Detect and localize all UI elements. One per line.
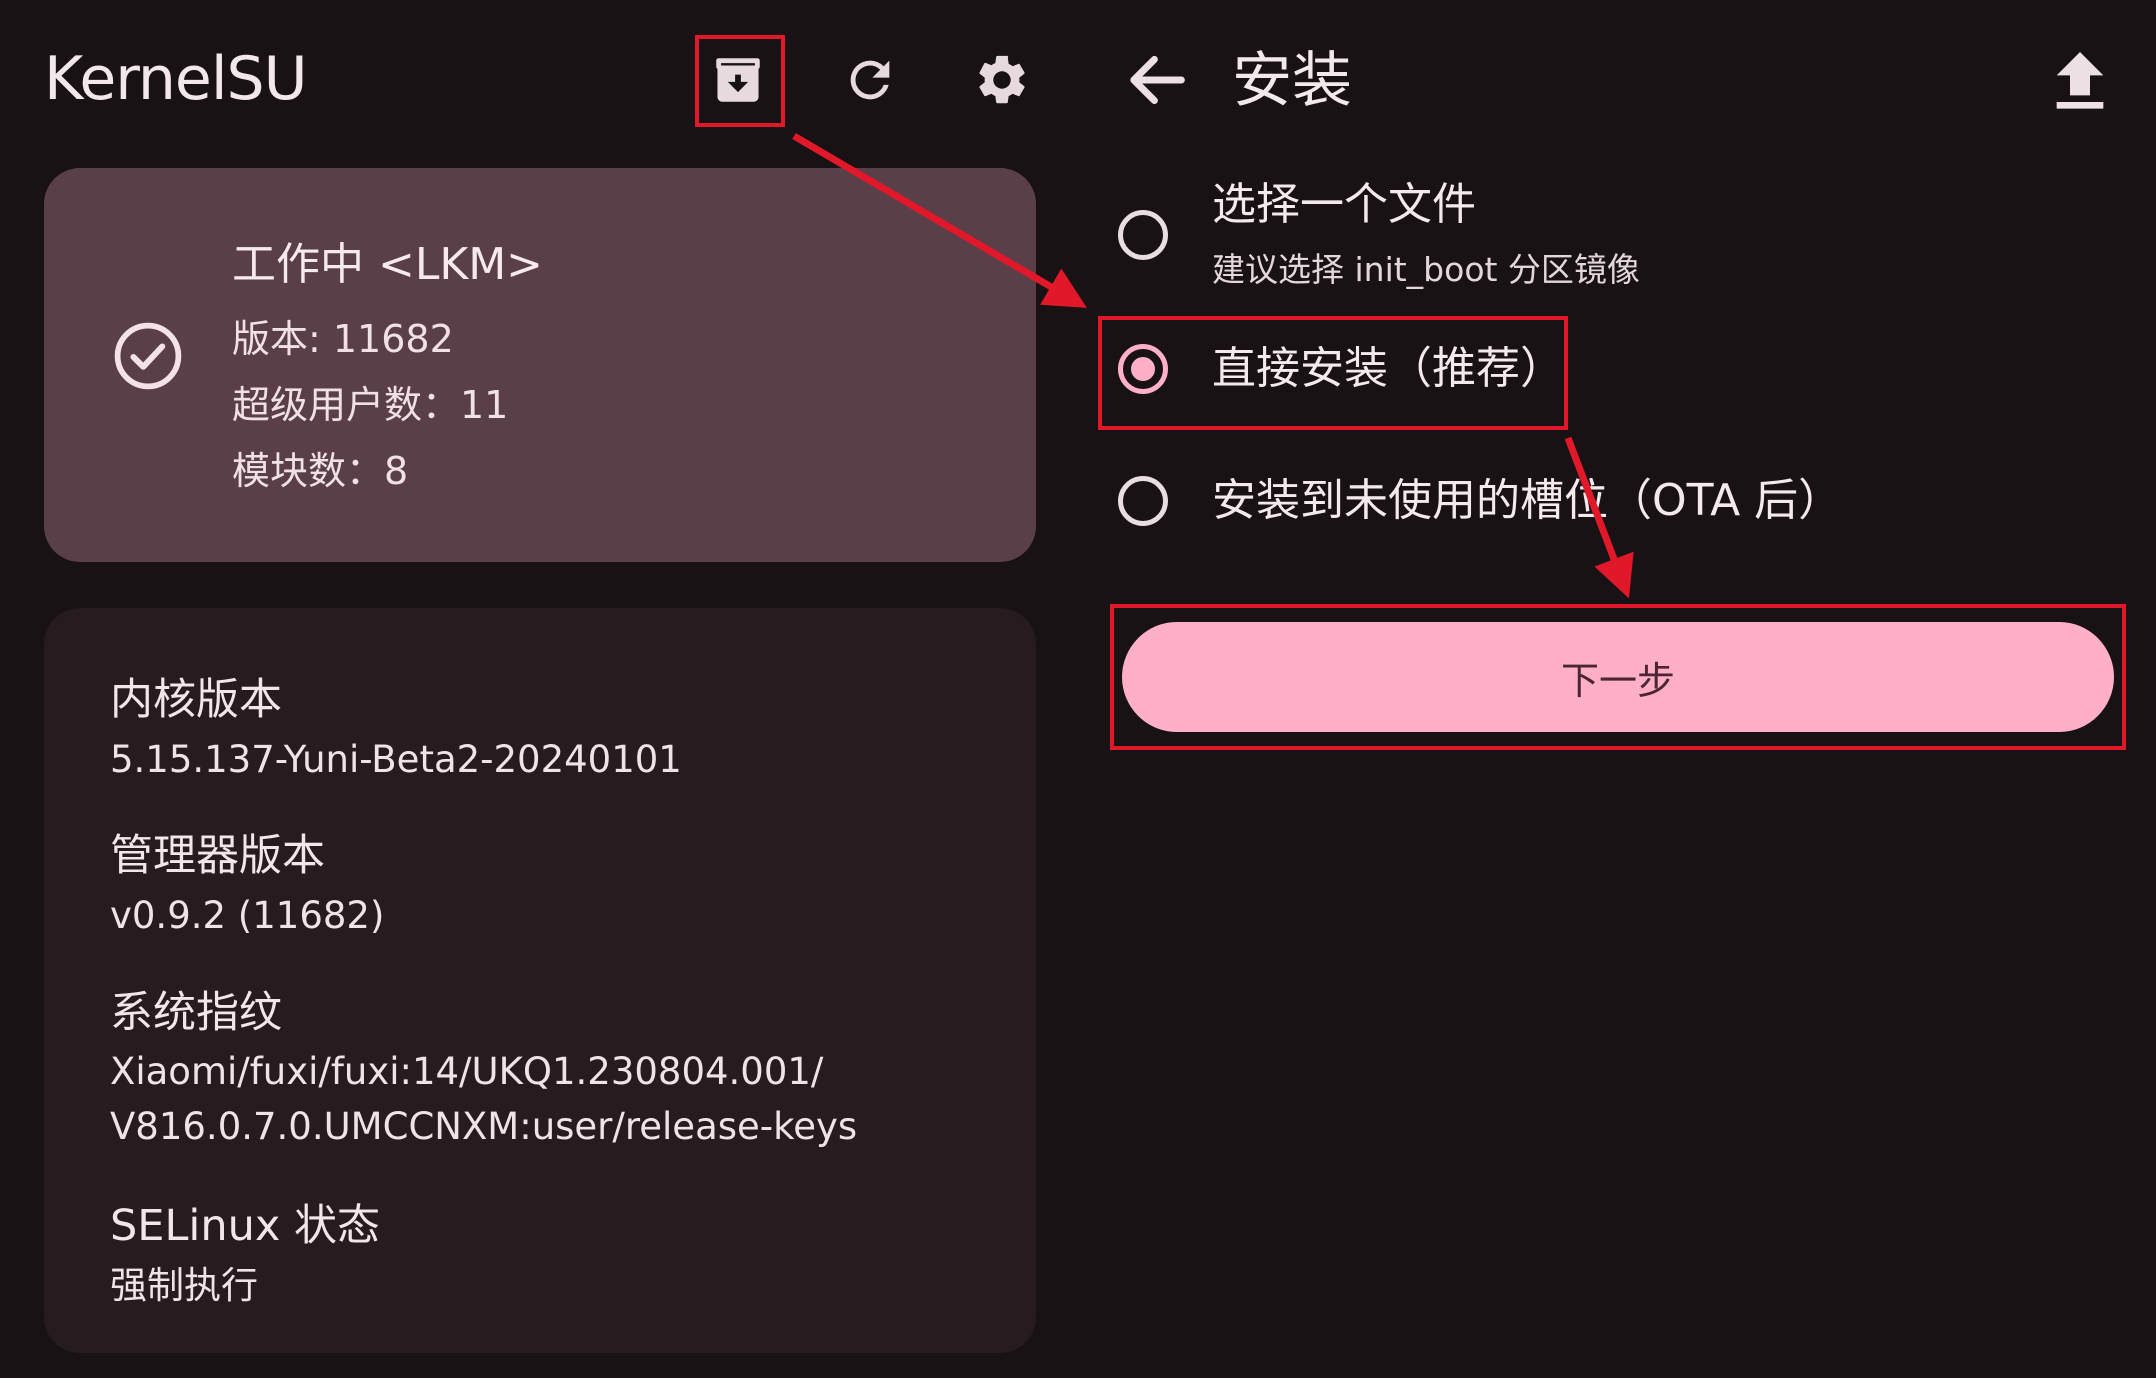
status-title: 工作中 <LKM> [232,239,544,290]
page-title: 安装 [1232,46,1352,116]
highlight-direct-install [1098,316,1568,430]
highlight-install-icon [695,35,785,127]
selinux-value: 强制执行 [110,1264,258,1307]
kernel-version-label: 内核版本 [110,675,282,725]
upload-icon[interactable] [2040,42,2120,122]
manager-version-value: v0.9.2 (11682) [110,894,385,937]
fingerprint-label: 系统指纹 [110,988,282,1038]
check-circle-icon [114,322,182,390]
arrow-left-icon[interactable] [1118,42,1194,118]
status-modules: 模块数：8 [232,449,409,493]
option-install-inactive-slot[interactable]: 安装到未使用的槽位（OTA 后） [1112,468,2112,540]
option-select-file-sublabel: 建议选择 init_boot 分区镜像 [1212,250,1640,289]
radio-select-file[interactable] [1118,210,1168,260]
option-select-file-label: 选择一个文件 [1212,179,1476,230]
status-version: 版本: 11682 [232,317,454,361]
selinux-label: SELinux 状态 [110,1201,380,1251]
fingerprint-value-line2: V816.0.7.0.UMCCNXM:user/release-keys [110,1105,858,1148]
info-card: 内核版本 5.15.137-Yuni-Beta2-20240101 管理器版本 … [44,608,1036,1353]
highlight-next-button [1110,604,2126,750]
option-install-inactive-slot-label: 安装到未使用的槽位（OTA 后） [1212,475,1843,526]
gear-icon[interactable] [962,40,1042,120]
kernel-version-value: 5.15.137-Yuni-Beta2-20240101 [110,738,682,781]
status-superusers: 超级用户数：11 [232,383,509,427]
manager-version-label: 管理器版本 [110,831,325,881]
radio-install-inactive-slot[interactable] [1118,476,1168,526]
option-select-file[interactable]: 选择一个文件 建议选择 init_boot 分区镜像 [1112,172,2112,302]
app-title: KernelSU [44,44,307,114]
status-card[interactable]: 工作中 <LKM> 版本: 11682 超级用户数：11 模块数：8 [44,168,1036,562]
refresh-icon[interactable] [830,40,910,120]
fingerprint-value-line1: Xiaomi/fuxi/fuxi:14/UKQ1.230804.001/ [110,1050,824,1093]
